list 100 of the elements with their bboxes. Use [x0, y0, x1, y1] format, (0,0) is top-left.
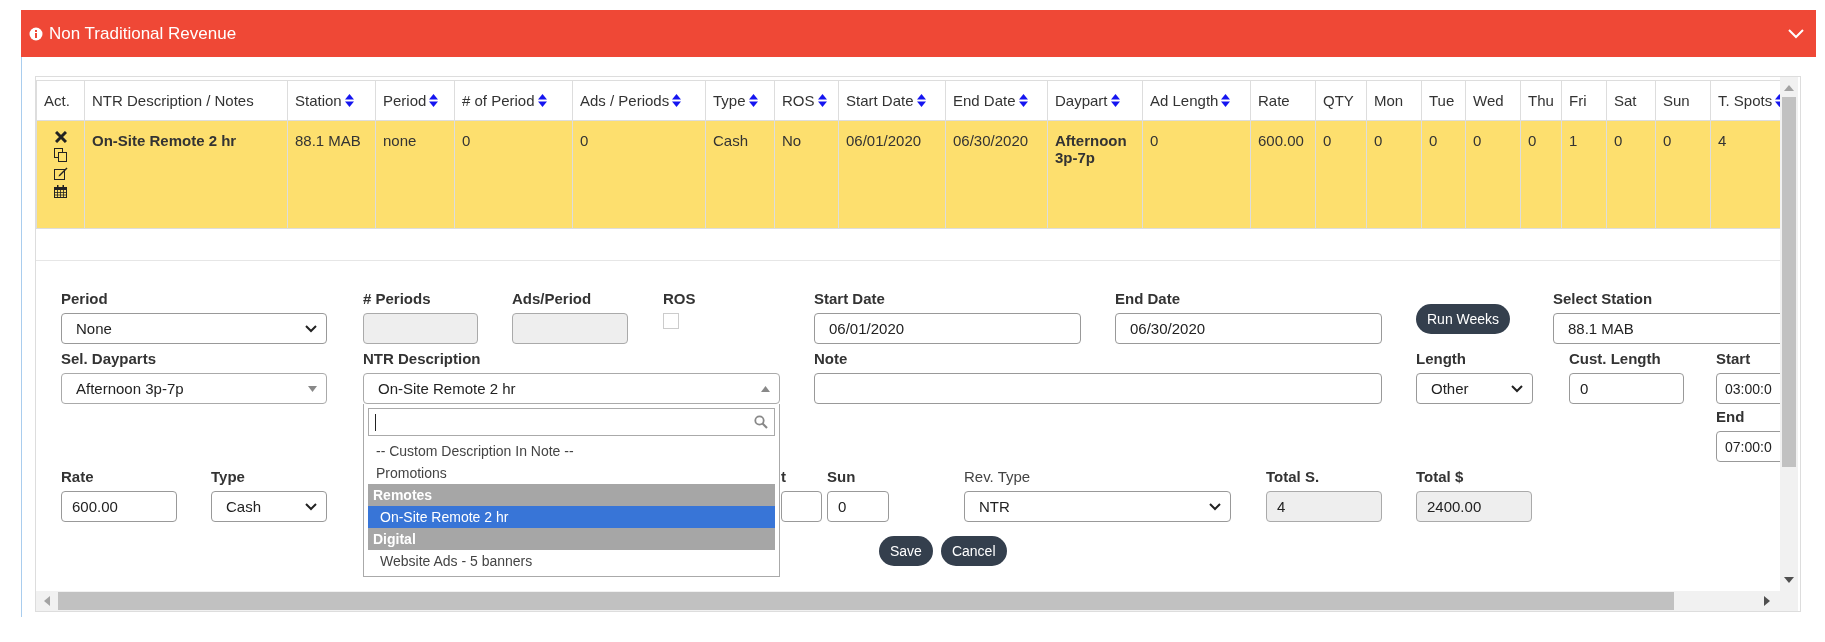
table-cell: 0 [1520, 120, 1562, 229]
select-field[interactable]: Cash [211, 491, 327, 522]
column-header[interactable]: Start Date [838, 80, 946, 121]
column-header: Sun [1655, 80, 1711, 121]
vertical-scrollbar[interactable] [1780, 77, 1798, 591]
sort-icon [916, 94, 926, 107]
field-label: Length [1416, 350, 1466, 369]
input-field[interactable]: 0 [827, 491, 889, 522]
table-cell: 0 [572, 120, 706, 229]
input-field[interactable] [814, 373, 1382, 404]
scroll-down-icon [1784, 577, 1794, 583]
table-cell: 88.1 MAB [287, 120, 376, 229]
select-field[interactable]: Other [1416, 373, 1533, 404]
copy-icon[interactable] [54, 148, 67, 162]
field-label: Start [1716, 350, 1751, 369]
column-header[interactable]: Ads / Periods [572, 80, 706, 121]
calendar-icon[interactable] [54, 185, 67, 198]
combo-field[interactable]: Afternoon 3p-7p [61, 373, 327, 404]
sort-icon [1110, 94, 1120, 107]
column-header: Rate [1250, 80, 1316, 121]
input-field[interactable]: 03:00:0 [1716, 373, 1780, 404]
table-cell: 600.00 [1250, 120, 1316, 229]
field-label: Sun [827, 468, 856, 487]
chevron-down-icon [305, 502, 317, 511]
column-header: Sat [1606, 80, 1656, 121]
column-header[interactable]: ROS [774, 80, 839, 121]
table-cell: 0 [1606, 120, 1656, 229]
field-label: ROS [663, 290, 696, 309]
field-label: Total $ [1416, 468, 1464, 487]
option-group: Remotes [368, 484, 775, 506]
table-cell: Cash [705, 120, 775, 229]
table-cell: 0 [1465, 120, 1521, 229]
column-header[interactable]: Period [375, 80, 455, 121]
sort-icon [344, 94, 354, 107]
horizontal-scrollbar[interactable] [36, 591, 1798, 611]
field-label: Type [211, 468, 245, 487]
field-label: Rev. Type [964, 468, 1031, 487]
edit-icon[interactable] [53, 167, 68, 180]
dropdown-option[interactable]: On-Site Remote 2 hr [368, 506, 775, 528]
table-cell: On-Site Remote 2 hr [84, 120, 288, 229]
column-header[interactable]: # of Period [454, 80, 573, 121]
input-field[interactable]: 600.00 [61, 491, 177, 522]
search-field[interactable] [368, 408, 775, 436]
sort-icon [817, 94, 827, 107]
table-cell: 06/01/2020 [838, 120, 946, 229]
scroll-right-icon [1764, 596, 1770, 606]
column-header: Act. [36, 80, 85, 121]
dropdown-option[interactable]: Promotions [368, 462, 775, 484]
chevron-down-icon [1511, 384, 1523, 393]
sort-icon [1018, 94, 1028, 107]
field-label: t [781, 468, 786, 487]
input-field[interactable]: 06/01/2020 [814, 313, 1081, 344]
table-cell: 0 [454, 120, 573, 229]
field-label: # Periods [363, 290, 431, 309]
select-field[interactable]: NTR [964, 491, 1231, 522]
close-icon[interactable] [54, 131, 67, 143]
chevron-down-icon [1209, 502, 1221, 511]
select-field[interactable]: None [61, 313, 327, 344]
form-button[interactable]: Cancel [940, 536, 1007, 566]
field-label: NTR Description [363, 350, 481, 369]
sort-icon [429, 94, 439, 107]
field-label: End Date [1115, 290, 1180, 309]
input-field[interactable]: 07:00:0 [1716, 431, 1780, 462]
combo-field[interactable]: On-Site Remote 2 hr [363, 373, 780, 404]
input-field[interactable]: 0 [1569, 373, 1684, 404]
column-header: Fri [1561, 80, 1607, 121]
column-header: Thu [1520, 80, 1562, 121]
dropdown-option[interactable]: Website Ads - 5 banners [368, 550, 775, 572]
scroll-up-icon [1784, 85, 1794, 91]
run-weeks-button[interactable]: Run Weeks [1416, 304, 1511, 334]
column-header[interactable]: Station [287, 80, 376, 121]
field-label: Cust. Length [1569, 350, 1661, 369]
field-label: Ads/Period [512, 290, 592, 309]
form-button[interactable]: Save [879, 536, 933, 566]
sort-icon [672, 94, 682, 107]
checkbox[interactable] [663, 313, 679, 329]
input-field[interactable]: 06/30/2020 [1115, 313, 1382, 344]
sort-icon [1221, 94, 1231, 107]
field-label: Sel. Dayparts [61, 350, 157, 369]
table-cell: 0 [1366, 120, 1422, 229]
column-header[interactable]: Type [705, 80, 775, 121]
scroll-left-icon [44, 596, 50, 606]
search-icon [754, 415, 768, 429]
table-cell: 0 [1655, 120, 1711, 229]
field-label: Rate [61, 468, 94, 487]
column-header[interactable]: End Date [945, 80, 1048, 121]
input-field[interactable] [781, 491, 822, 522]
column-header: Mon [1366, 80, 1422, 121]
table-cell: 0 [1315, 120, 1367, 229]
table-cell: No [774, 120, 839, 229]
panel-header[interactable]: Non Traditional Revenue [21, 10, 1816, 57]
sort-icon [748, 94, 758, 107]
info-icon [29, 26, 43, 41]
column-header[interactable]: Daypart [1047, 80, 1143, 121]
input-field[interactable]: 88.1 MAB [1553, 313, 1780, 344]
table-row[interactable]: On-Site Remote 2 hr 88.1 MAB none 0 0 Cash No 06/01/2020 06/30/2020 Afternoon 3p-7p 0 600.00 0 0 0 0 0 1 0 0 4 [36, 120, 1780, 229]
table-cell: 06/30/2020 [945, 120, 1048, 229]
option-group: Digital [368, 528, 775, 550]
dropdown-option[interactable]: -- Custom Description In Note -- [368, 440, 775, 462]
column-header[interactable]: Ad Length [1142, 80, 1251, 121]
